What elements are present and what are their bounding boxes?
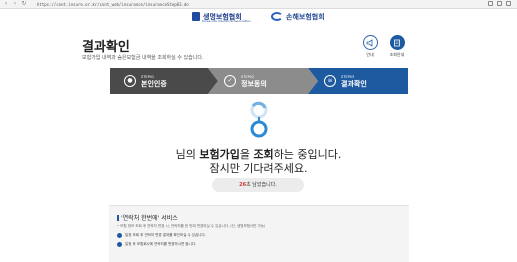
logo-right-text: 손해보험협회 <box>286 12 325 21</box>
step-progress: ● STEP01 본인인증 ✓ STEP02 정보동의 ≡ STEP03 결과확… <box>110 68 408 94</box>
check-icon: ✓ <box>224 75 236 87</box>
info-doc-icon <box>389 35 405 50</box>
inquiry-guide-label: 조회안내 <box>389 52 405 57</box>
menu-icon[interactable] <box>506 1 511 6</box>
step-3: ≡ STEP03 결과확인 <box>310 68 367 94</box>
person-icon: ● <box>124 75 136 87</box>
title-bar-icon <box>117 214 119 221</box>
service-item: 일정 후 보험회사에 연락처를 변경하시면 됩니다. <box>117 242 196 247</box>
hourglass-loading-icon <box>250 101 268 138</box>
logo-left-sub: Korea Life Insurance Association <box>202 19 251 23</box>
page-subtitle: 보험가입 내역과 숨은보험금 내역을 조회하실 수 있습니다. <box>82 55 204 61</box>
address-bar[interactable]: https://cont.insure.or.kr/cont_web/insur… <box>37 1 189 8</box>
countdown-timer: 26초 남았습니다. <box>212 178 304 192</box>
page-title: 결과확인 <box>82 40 130 55</box>
service-description: • 보험 정보 조회 후 연락처 변경 시, 연락처를 한 번에 변경하실 수 … <box>117 224 266 228</box>
extensions-icon[interactable] <box>497 1 502 6</box>
guide-button[interactable]: 안내 <box>360 35 380 58</box>
logo-mark-icon <box>192 12 200 21</box>
step-2: ✓ STEP02 정보동의 <box>210 68 267 94</box>
step-1-name: 본인인증 <box>141 79 167 88</box>
browser-toolbar: ‹ › ↻ https://cont.insure.or.kr/cont_web… <box>0 0 517 9</box>
reload-icon[interactable]: ↻ <box>21 1 27 7</box>
general-insurance-logo[interactable]: 손해보험협회 <box>271 9 325 24</box>
arrow-left-icon[interactable]: ‹ <box>3 1 9 7</box>
bullet-icon <box>117 233 122 238</box>
document-icon: ≡ <box>324 75 336 87</box>
bullet-icon <box>117 242 122 247</box>
life-insurance-logo[interactable]: 생명보험협회 Korea Life Insurance Association <box>192 9 251 24</box>
step-1: ● STEP01 본인인증 <box>110 68 167 94</box>
inquiry-guide-button[interactable]: 조회안내 <box>387 35 407 58</box>
star-icon[interactable] <box>488 1 493 6</box>
loading-wait-message: 잠시만 기다려주세요. <box>209 162 308 175</box>
arrow-right-icon[interactable]: › <box>12 1 18 7</box>
service-title: '연락처 한번에' 서비스 <box>117 213 178 222</box>
step-2-name: 정보동의 <box>241 79 267 88</box>
contact-service-box: '연락처 한번에' 서비스 • 보험 정보 조회 후 연락처 변경 시, 연락처… <box>109 205 409 262</box>
guide-button-label: 안내 <box>366 52 374 57</box>
timer-suffix: 초 남았습니다. <box>246 182 277 188</box>
browser-actions <box>488 1 511 6</box>
service-item: 일정 조회 후 연락처 변경 결과를 확인하실 수 있습니다. <box>117 233 206 238</box>
step-3-name: 결과확인 <box>341 79 367 88</box>
logo-swoosh-icon <box>271 12 283 21</box>
site-header: 생명보험협회 Korea Life Insurance Association … <box>0 9 517 24</box>
megaphone-icon <box>362 35 378 50</box>
